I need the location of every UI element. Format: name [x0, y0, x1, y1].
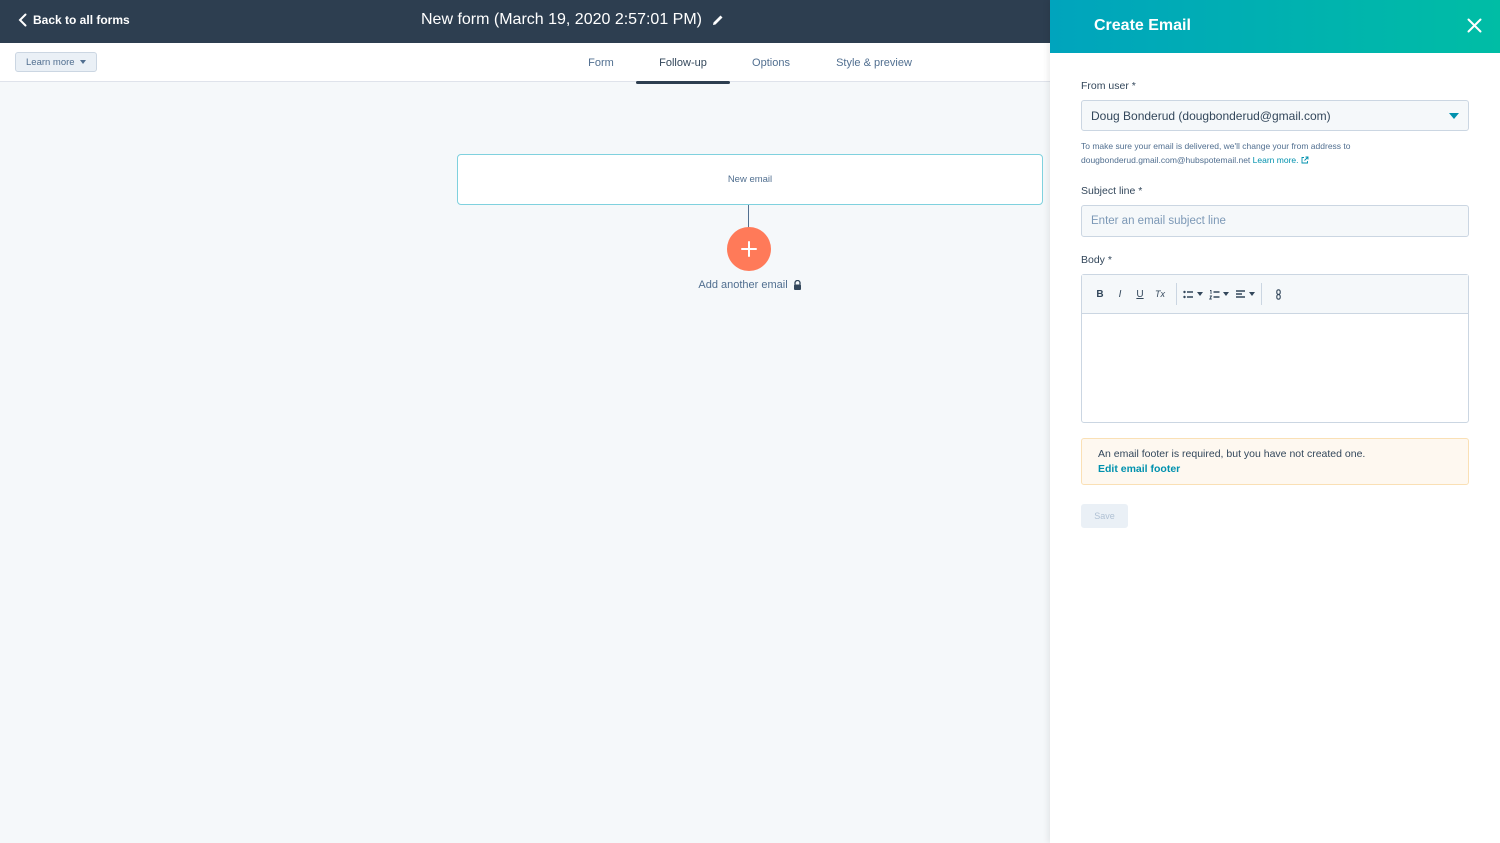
learn-more-label: Learn more	[26, 56, 75, 68]
add-another-email-label: Add another email	[698, 279, 788, 291]
align-left-icon	[1236, 289, 1245, 298]
from-user-label: From user *	[1081, 80, 1136, 92]
body-label: Body *	[1081, 254, 1112, 266]
learn-more-link[interactable]: Learn more.	[1253, 155, 1309, 165]
tab-options[interactable]: Options	[745, 43, 797, 82]
from-user-select[interactable]: Doug Bonderud (dougbonderud@gmail.com)	[1081, 100, 1469, 131]
italic-button[interactable]: I	[1110, 284, 1130, 304]
editor-toolbar: B I U Tx	[1082, 275, 1468, 314]
tab-form-label: Form	[588, 56, 614, 69]
underline-button[interactable]: U	[1130, 284, 1150, 304]
caret-down-icon	[1197, 292, 1203, 296]
learn-more-link-text: Learn more.	[1252, 155, 1299, 165]
body-editor: B I U Tx	[1081, 274, 1469, 423]
tab-follow-up[interactable]: Follow-up	[636, 43, 730, 84]
bullet-list-icon	[1183, 290, 1193, 298]
bold-button[interactable]: B	[1090, 284, 1110, 304]
subject-line-input[interactable]	[1081, 205, 1469, 237]
bullet-list-button[interactable]	[1183, 284, 1203, 304]
footer-warning-text: An email footer is required, but you hav…	[1098, 448, 1366, 460]
external-link-icon	[1301, 156, 1309, 164]
from-user-value: Doug Bonderud (dougbonderud@gmail.com)	[1091, 108, 1331, 123]
tab-options-label: Options	[752, 56, 790, 69]
lock-icon	[793, 280, 801, 290]
from-user-help: To make sure your email is delivered, we…	[1081, 139, 1469, 167]
link-icon	[1275, 288, 1281, 300]
tab-form[interactable]: Form	[580, 43, 622, 82]
tabs-bar: Learn more Form Follow-up Options Style …	[0, 43, 1050, 84]
learn-more-dropdown[interactable]: Learn more	[15, 52, 97, 72]
subject-line-label: Subject line *	[1081, 185, 1143, 197]
align-button[interactable]	[1235, 284, 1255, 304]
panel-title: Create Email	[1094, 17, 1191, 34]
form-title: New form (March 19, 2020 2:57:01 PM)	[0, 11, 1050, 29]
chevron-down-icon	[1449, 112, 1459, 119]
save-button[interactable]: Save	[1081, 504, 1128, 528]
from-user-help-text: To make sure your email is delivered, we…	[1081, 141, 1351, 165]
new-email-label: New email	[727, 174, 773, 185]
connector-line	[748, 205, 749, 229]
tab-style-preview[interactable]: Style & preview	[830, 43, 918, 82]
tab-follow-up-label: Follow-up	[659, 56, 707, 69]
clear-format-button[interactable]: Tx	[1150, 284, 1170, 304]
panel-header: Create Email	[1050, 0, 1500, 53]
edit-email-footer-link[interactable]: Edit email footer	[1098, 462, 1452, 477]
link-button[interactable]	[1268, 284, 1288, 304]
body-text-area[interactable]	[1082, 314, 1468, 422]
pencil-icon[interactable]	[712, 14, 724, 26]
caret-down-icon	[1249, 292, 1255, 296]
new-email-card[interactable]: New email	[457, 154, 1043, 205]
caret-down-icon	[79, 60, 86, 64]
add-another-email: Add another email	[650, 279, 850, 291]
numbered-list-icon	[1209, 289, 1220, 299]
plus-icon	[741, 241, 757, 257]
toolbar-divider	[1176, 283, 1177, 305]
caret-down-icon	[1223, 292, 1229, 296]
add-email-button[interactable]	[727, 227, 771, 271]
tab-style-preview-label: Style & preview	[836, 56, 912, 69]
footer-warning-alert: An email footer is required, but you hav…	[1081, 438, 1469, 485]
numbered-list-button[interactable]	[1209, 284, 1229, 304]
close-icon	[1467, 18, 1482, 33]
top-bar: Back to all forms New form (March 19, 20…	[0, 0, 1050, 43]
form-title-text: New form (March 19, 2020 2:57:01 PM)	[420, 11, 702, 28]
underline-label: U	[1136, 288, 1144, 300]
bold-label: B	[1096, 288, 1104, 300]
italic-label: I	[1118, 288, 1122, 300]
toolbar-divider	[1261, 283, 1262, 305]
create-email-panel: Create Email From user * Doug Bonderud (…	[1050, 0, 1500, 843]
clear-format-label: Tx	[1155, 289, 1165, 299]
close-panel-button[interactable]	[1467, 18, 1482, 33]
